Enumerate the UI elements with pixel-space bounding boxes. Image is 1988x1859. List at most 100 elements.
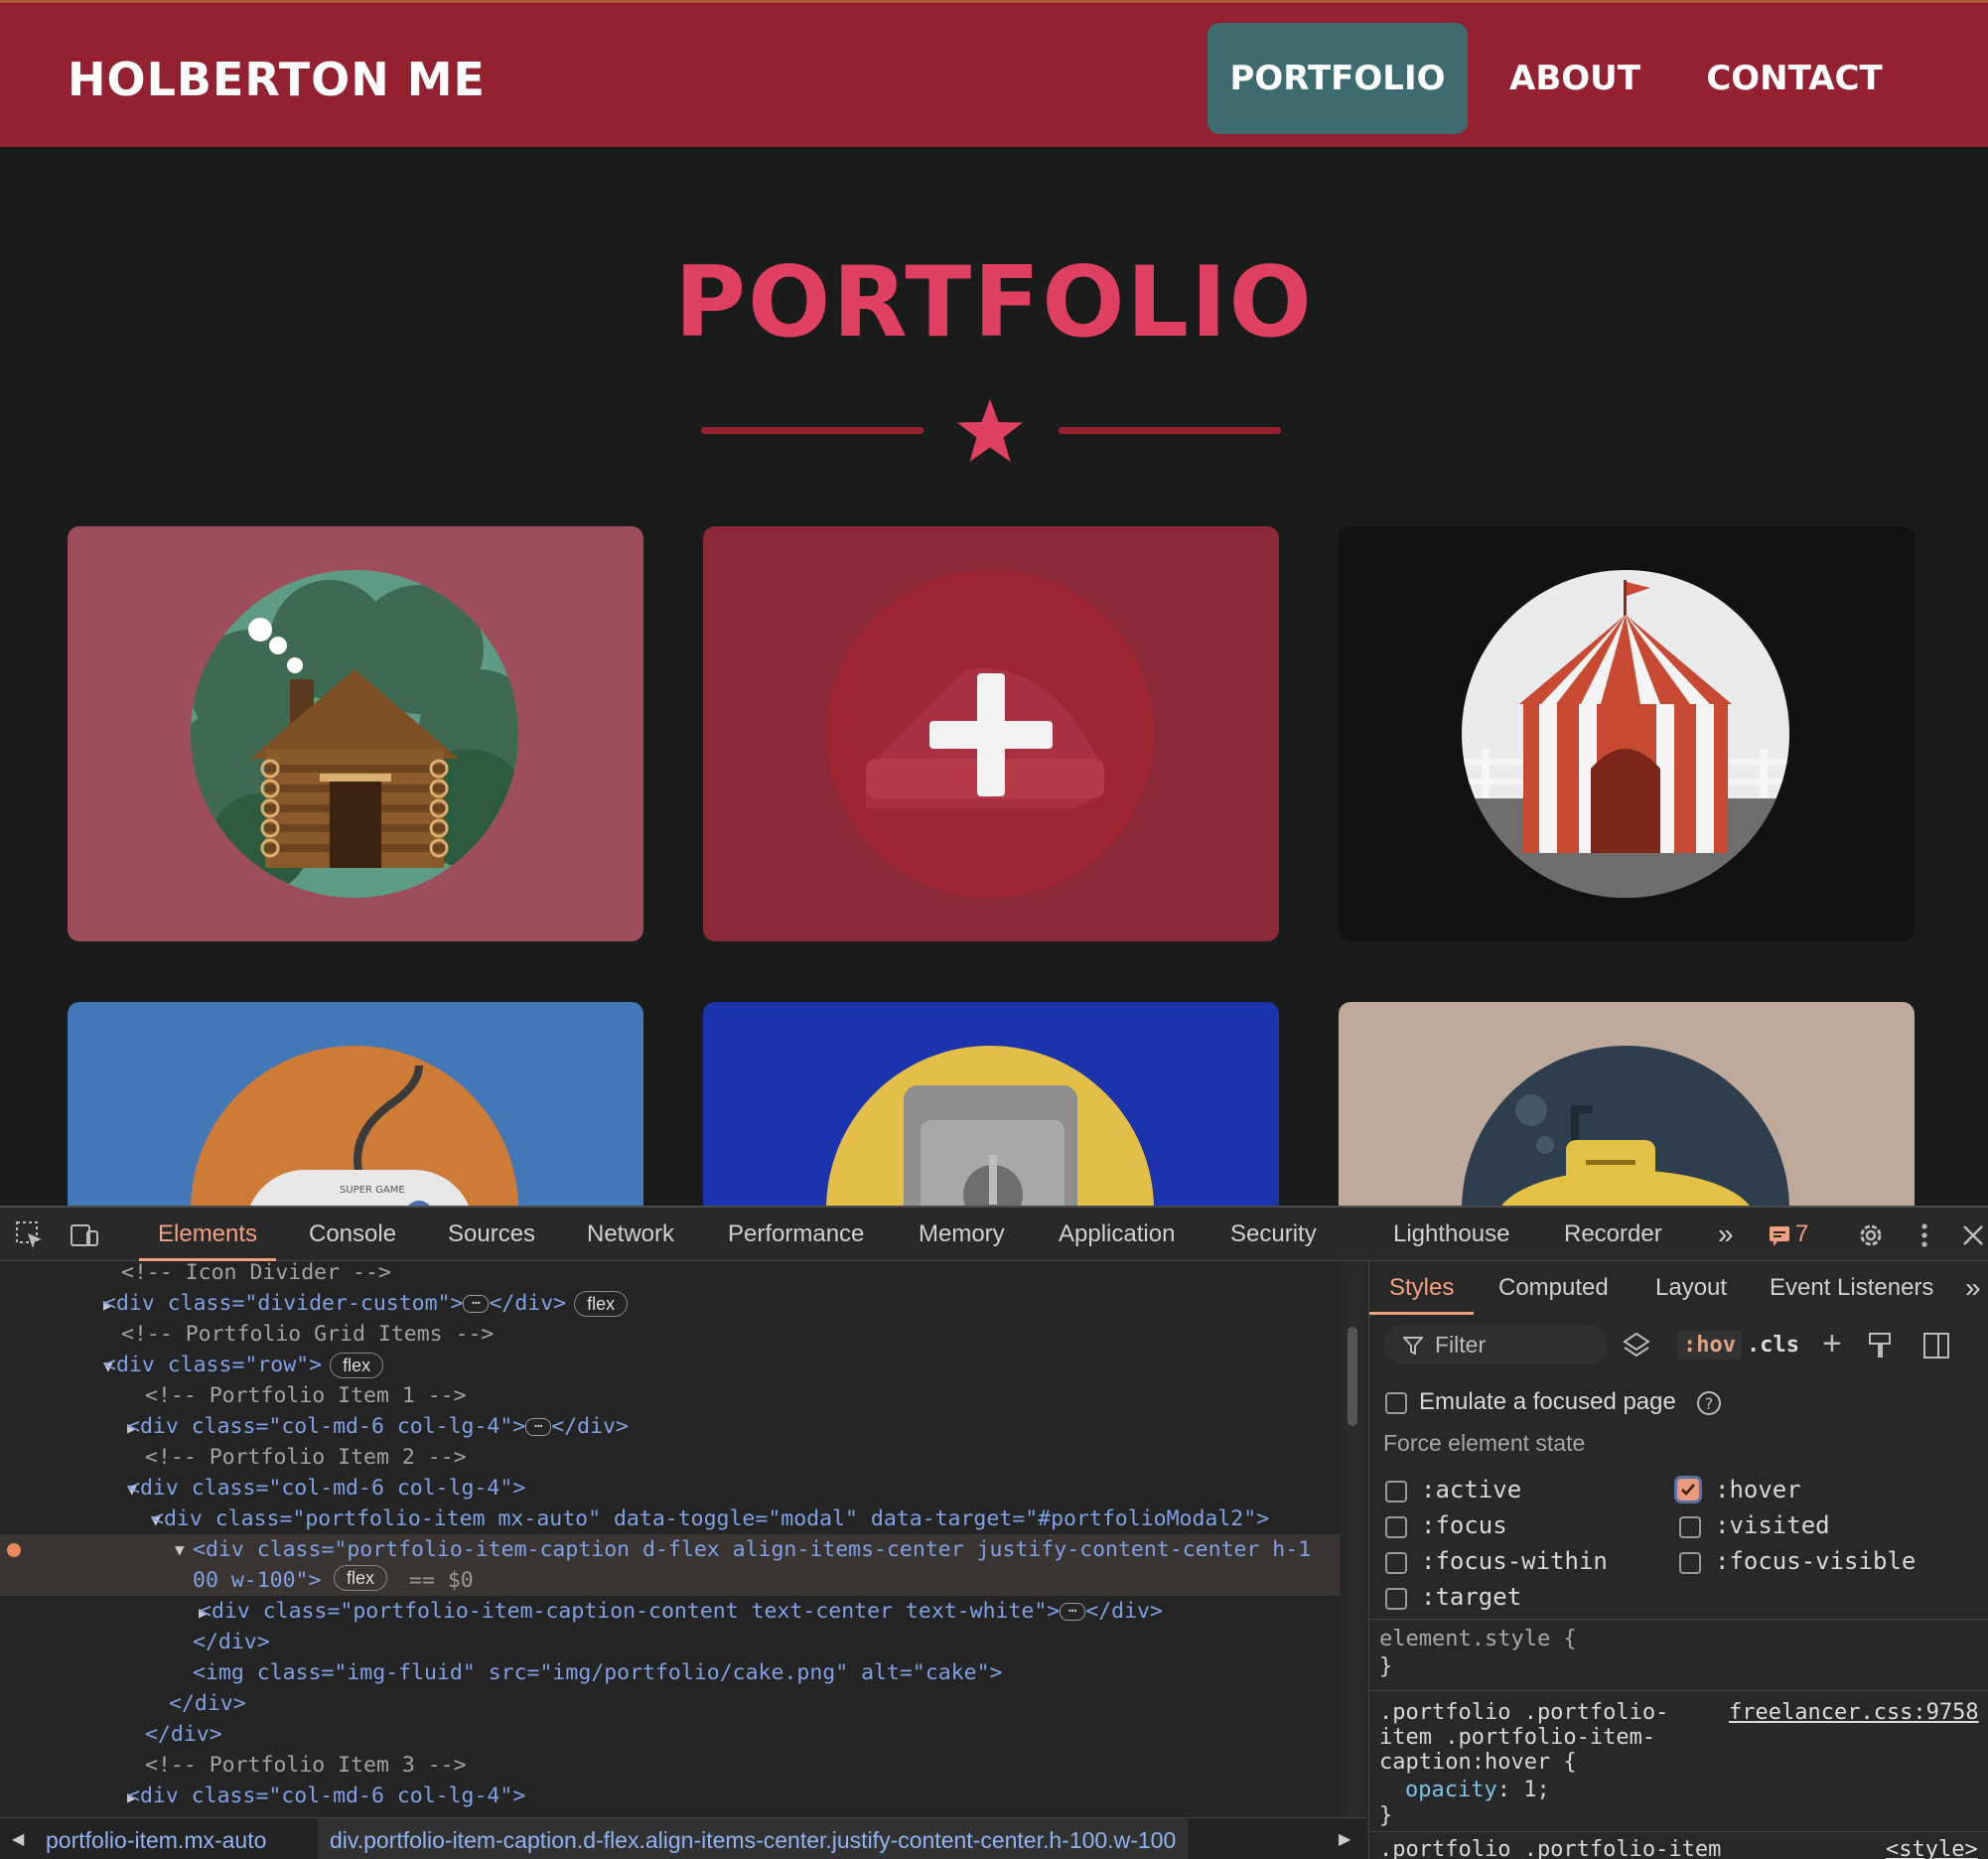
settings-gear-icon[interactable]	[1855, 1219, 1887, 1251]
flex-badge[interactable]: flex	[330, 1353, 384, 1378]
scrollbar-thumb[interactable]	[1348, 1327, 1357, 1426]
dom-line[interactable]: ▶<div class="portfolio-item-caption-cont…	[0, 1596, 1340, 1627]
issues-icon[interactable]	[1768, 1223, 1791, 1247]
dom-line[interactable]: <!-- Portfolio Item 3 -->	[0, 1750, 1340, 1781]
close-devtools-icon[interactable]	[1960, 1219, 1986, 1251]
more-tabs-icon[interactable]: »	[1718, 1208, 1734, 1261]
next-rule-selector[interactable]: .portfolio .portfolio-item	[1379, 1837, 1721, 1859]
dom-line[interactable]: <!-- Portfolio Item 1 -->	[0, 1380, 1340, 1411]
portfolio-item-cabin[interactable]	[68, 526, 643, 941]
expand-arrow-icon[interactable]: ▶	[0, 1412, 137, 1443]
add-rule-icon[interactable]: +	[1822, 1325, 1842, 1363]
dom-line[interactable]: <!-- Portfolio Grid Items -->	[0, 1319, 1340, 1350]
tab-computed[interactable]: Computed	[1498, 1261, 1609, 1315]
inspect-element-icon[interactable]	[14, 1219, 46, 1251]
divider-line-right	[1059, 427, 1281, 434]
tab-memory[interactable]: Memory	[919, 1208, 1005, 1261]
dom-line[interactable]: </div>	[0, 1627, 1340, 1657]
dom-line-selected[interactable]: ▼ <div class="portfolio-item-caption d-f…	[0, 1534, 1340, 1596]
nav-link-about[interactable]: ABOUT	[1490, 23, 1660, 134]
collapse-arrow-icon[interactable]: ▼	[0, 1474, 137, 1504]
dom-line[interactable]: ▶<div class="divider-custom">… </div> flex	[0, 1288, 1340, 1319]
tab-application[interactable]: Application	[1059, 1208, 1175, 1261]
state-focus-visible-label: :focus-visible	[1715, 1547, 1917, 1575]
dom-line[interactable]: ▶<div class="col-md-6 col-lg-4">… </div>	[0, 1411, 1340, 1442]
breadcrumb-item[interactable]: portfolio-item.mx-auto	[46, 1818, 266, 1859]
nav-link-portfolio[interactable]: PORTFOLIO	[1207, 23, 1468, 134]
tab-console[interactable]: Console	[309, 1208, 396, 1261]
state-target-checkbox[interactable]	[1385, 1588, 1407, 1610]
dom-line[interactable]: </div>	[0, 1688, 1340, 1719]
state-visited-checkbox[interactable]	[1679, 1516, 1701, 1538]
dom-line[interactable]: <!-- Portfolio Item 2 -->	[0, 1442, 1340, 1473]
dom-line[interactable]: ▼<div class="portfolio-item mx-auto" dat…	[0, 1503, 1340, 1534]
dom-tag: </div>	[193, 1630, 270, 1654]
dom-line[interactable]: <!-- Icon Divider -->	[0, 1261, 1340, 1288]
state-focus-checkbox[interactable]	[1385, 1516, 1407, 1538]
cls-toggle[interactable]: .cls	[1747, 1333, 1799, 1358]
portfolio-item-cake[interactable]	[703, 526, 1279, 941]
circus-image	[1462, 570, 1789, 898]
expand-arrow-icon[interactable]: ▶	[0, 1782, 137, 1812]
breadcrumb-item-current[interactable]: div.portfolio-item-caption.d-flex.align-…	[318, 1818, 1189, 1859]
dom-line[interactable]: ▼<div class="row"> flex	[0, 1350, 1340, 1380]
layers-icon[interactable]	[1622, 1331, 1651, 1360]
devtools-panel: Elements Console Sources Network Perform…	[0, 1206, 1988, 1859]
next-rule-source[interactable]: <style>	[1886, 1837, 1978, 1859]
device-toolbar-icon[interactable]	[68, 1219, 99, 1251]
dom-line[interactable]: </div>	[0, 1719, 1340, 1750]
tab-styles[interactable]: Styles	[1369, 1261, 1475, 1315]
state-focus-within-checkbox[interactable]	[1385, 1552, 1407, 1574]
ellipsis-icon[interactable]: …	[463, 1293, 490, 1313]
dom-tag: <div class="divider-custom">	[103, 1291, 464, 1316]
dom-line[interactable]: ▶<div class="col-md-6 col-lg-4">	[0, 1781, 1340, 1811]
collapse-arrow-icon[interactable]: ▼	[0, 1504, 161, 1535]
breadcrumb-right-arrow-icon[interactable]: ▶	[1339, 1818, 1350, 1859]
flex-badge[interactable]: flex	[574, 1291, 629, 1317]
tab-security[interactable]: Security	[1230, 1208, 1317, 1261]
help-icon[interactable]: ?	[1696, 1390, 1722, 1416]
tab-layout[interactable]: Layout	[1655, 1261, 1727, 1315]
breadcrumb-left-arrow-icon[interactable]: ◀	[12, 1818, 24, 1859]
expand-arrow-icon[interactable]: ▶	[0, 1289, 113, 1320]
hov-toggle[interactable]: :hov	[1677, 1331, 1742, 1359]
issues-count[interactable]: 7	[1795, 1208, 1808, 1261]
state-active-checkbox[interactable]	[1385, 1481, 1407, 1502]
tab-elements[interactable]: Elements	[139, 1208, 277, 1261]
collapse-arrow-icon[interactable]: ▼	[175, 1534, 193, 1565]
emulate-focus-checkbox[interactable]	[1385, 1392, 1407, 1414]
collapse-arrow-icon[interactable]: ▼	[0, 1351, 113, 1381]
dom-tree: <!-- Icon Divider --> ▶<div class="divid…	[0, 1261, 1340, 1817]
dom-comment: <!-- Portfolio Item 2 -->	[145, 1445, 467, 1470]
dom-scrollbar[interactable]	[1346, 1277, 1359, 1821]
element-style-rule[interactable]: element.style {	[1379, 1627, 1577, 1651]
expand-arrow-icon[interactable]: ▶	[0, 1597, 209, 1628]
tab-lighthouse[interactable]: Lighthouse	[1393, 1208, 1509, 1261]
rule-selector[interactable]: .portfolio .portfolio- item .portfolio-i…	[1379, 1700, 1668, 1775]
styles-pane: Styles Computed Layout Event Listeners »…	[1368, 1261, 1988, 1859]
state-focus-within-label: :focus-within	[1421, 1547, 1608, 1575]
toggle-sidebar-icon[interactable]	[1921, 1331, 1951, 1360]
nav-link-contact[interactable]: CONTACT	[1688, 23, 1901, 134]
ellipsis-icon[interactable]: …	[1060, 1601, 1086, 1621]
tab-recorder[interactable]: Recorder	[1564, 1208, 1662, 1261]
brand-logo[interactable]: HOLBERTON ME	[68, 53, 486, 106]
tab-event-listeners[interactable]: Event Listeners	[1770, 1261, 1933, 1315]
tab-sources[interactable]: Sources	[448, 1208, 535, 1261]
more-tabs-icon[interactable]: »	[1965, 1261, 1981, 1315]
flex-badge[interactable]: flex	[334, 1565, 388, 1591]
rule-source-link[interactable]: freelancer.css:9758	[1729, 1700, 1979, 1725]
rule-declaration[interactable]: opacity: 1;	[1405, 1778, 1550, 1802]
state-hover-checkbox[interactable]	[1677, 1479, 1699, 1501]
tab-performance[interactable]: Performance	[728, 1208, 864, 1261]
ellipsis-icon[interactable]: …	[525, 1416, 552, 1436]
dom-tag: </div>	[145, 1722, 222, 1747]
dom-line[interactable]: <img class="img-fluid" src="img/portfoli…	[0, 1657, 1340, 1688]
portfolio-item-circus[interactable]	[1339, 526, 1915, 941]
dom-line[interactable]: ▼<div class="col-md-6 col-lg-4">	[0, 1473, 1340, 1503]
dom-comment: <!-- Portfolio Grid Items -->	[121, 1322, 495, 1347]
state-focus-visible-checkbox[interactable]	[1679, 1552, 1701, 1574]
paint-brush-icon[interactable]	[1866, 1331, 1894, 1360]
more-options-icon[interactable]	[1909, 1219, 1940, 1251]
tab-network[interactable]: Network	[587, 1208, 674, 1261]
